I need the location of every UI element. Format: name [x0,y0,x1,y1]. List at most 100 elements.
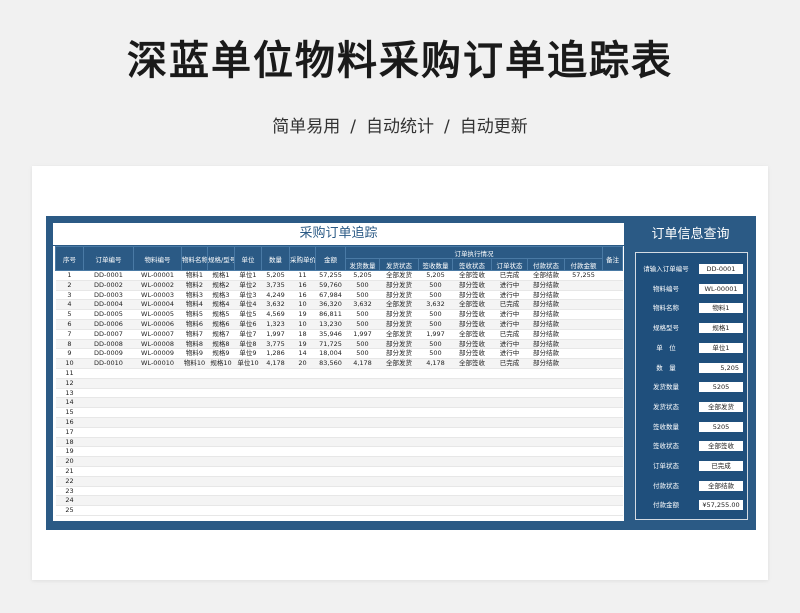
table-cell [418,466,453,477]
table-cell: WL-00006 [133,319,182,330]
table-cell [345,437,380,448]
table-cell: 36,320 [315,299,346,311]
table-cell: 部分结款 [527,348,565,360]
table-cell: 500 [418,319,453,330]
table-cell [234,388,262,399]
table-cell: 4,249 [261,290,290,301]
page-subtitle: 简单易用 / 自动统计 / 自动更新 [0,112,800,137]
table-cell: 11 [55,368,84,379]
table-cell [345,476,380,487]
subtitle-part: 自动更新 [459,117,528,137]
table-cell: 单位6 [234,319,262,330]
table-cell [418,427,453,438]
table-cell [289,388,316,399]
table-cell: WL-00003 [133,290,182,301]
table-cell: 500 [345,309,380,320]
table-cell: 500 [345,348,380,360]
table-row: 15 [55,407,623,418]
query-field-row: 物料名称 物料1 [636,301,747,315]
table-cell: 500 [418,339,453,350]
table-cell [418,437,453,448]
table-cell [602,505,623,516]
table-cell: 67,984 [315,290,346,301]
table-cell: 4,178 [345,358,380,369]
table-cell: 进行中 [491,309,528,320]
table-cell [452,466,492,477]
table-cell: 9 [55,348,84,360]
query-field-value: 5,205 [699,362,743,373]
table-row: 1 DD-0001 WL-00001 物料1 规格1 单位1 5,205 11 57,255 5,… [55,270,623,281]
table-cell: 物料9 [181,348,208,360]
table-cell [234,407,262,418]
table-cell: 物料4 [181,299,208,311]
table-cell [234,486,262,497]
table-cell [527,378,565,389]
table-cell [602,495,623,507]
table-cell [345,417,380,428]
table-cell: 规格7 [207,329,235,340]
table-cell [181,456,208,467]
table-row: 5 DD-0005 WL-00005 物料5 规格5 单位5 4,569 19 86,811 50… [55,309,623,320]
table-cell [527,466,565,477]
header-order-no: 订单编号 [83,246,134,271]
table-cell [527,505,565,516]
table-row: 22 [55,476,623,487]
table-cell [261,378,290,389]
query-field-row: 数 量 5,205 [636,361,747,375]
table-cell: 11 [289,270,316,281]
table-cell: 已完成 [491,270,528,281]
table-cell [452,378,492,389]
table-cell: 20 [289,358,316,369]
table-cell [261,505,290,516]
table-cell [564,407,603,418]
table-cell: 500 [345,280,380,291]
table-cell [452,495,492,507]
table-cell [207,378,235,389]
table-cell [564,505,603,516]
table-cell [234,446,262,458]
table-cell [83,466,134,477]
table-cell [418,446,453,458]
table-cell [234,368,262,379]
table-cell: 3,632 [418,299,453,311]
table-cell [564,476,603,487]
table-cell [527,368,565,379]
table-cell [133,437,182,448]
table-cell [315,486,346,497]
table-cell [491,368,528,379]
table-cell: 物料1 [181,270,208,281]
table-cell [527,495,565,507]
order-query-title: 订单信息查询 [632,223,749,247]
table-cell [207,476,235,487]
table-cell: 500 [418,280,453,291]
table-cell: 19 [289,309,316,320]
query-field-value: 全部签收 [699,441,743,452]
query-field-value: 5205 [699,421,743,432]
table-cell: 15 [55,407,84,418]
table-cell [379,456,419,467]
query-field-label: 物料名称 [653,304,679,313]
table-cell: 14 [289,348,316,360]
table-cell: 4 [55,299,84,311]
table-cell [602,437,623,448]
table-cell: 13 [55,388,84,399]
table-cell [379,495,419,507]
table-cell [83,437,134,448]
table-cell [315,446,346,458]
table-cell: 500 [418,290,453,301]
table-cell [602,446,623,458]
table-cell: 3 [55,290,84,301]
table-cell [181,476,208,487]
query-field-label: 单 位 [656,343,676,352]
table-cell: 12 [55,378,84,389]
table-cell: 71,725 [315,339,346,350]
table-cell: 18 [289,329,316,340]
order-number-input[interactable]: DD-0001 [699,264,743,274]
table-cell [234,495,262,507]
table-cell [345,505,380,516]
table-cell: 部分签收 [452,290,492,301]
table-cell: 物料2 [181,280,208,291]
table-cell: 1,323 [261,319,290,330]
table-cell [234,417,262,428]
table-cell: 部分结款 [527,309,565,320]
